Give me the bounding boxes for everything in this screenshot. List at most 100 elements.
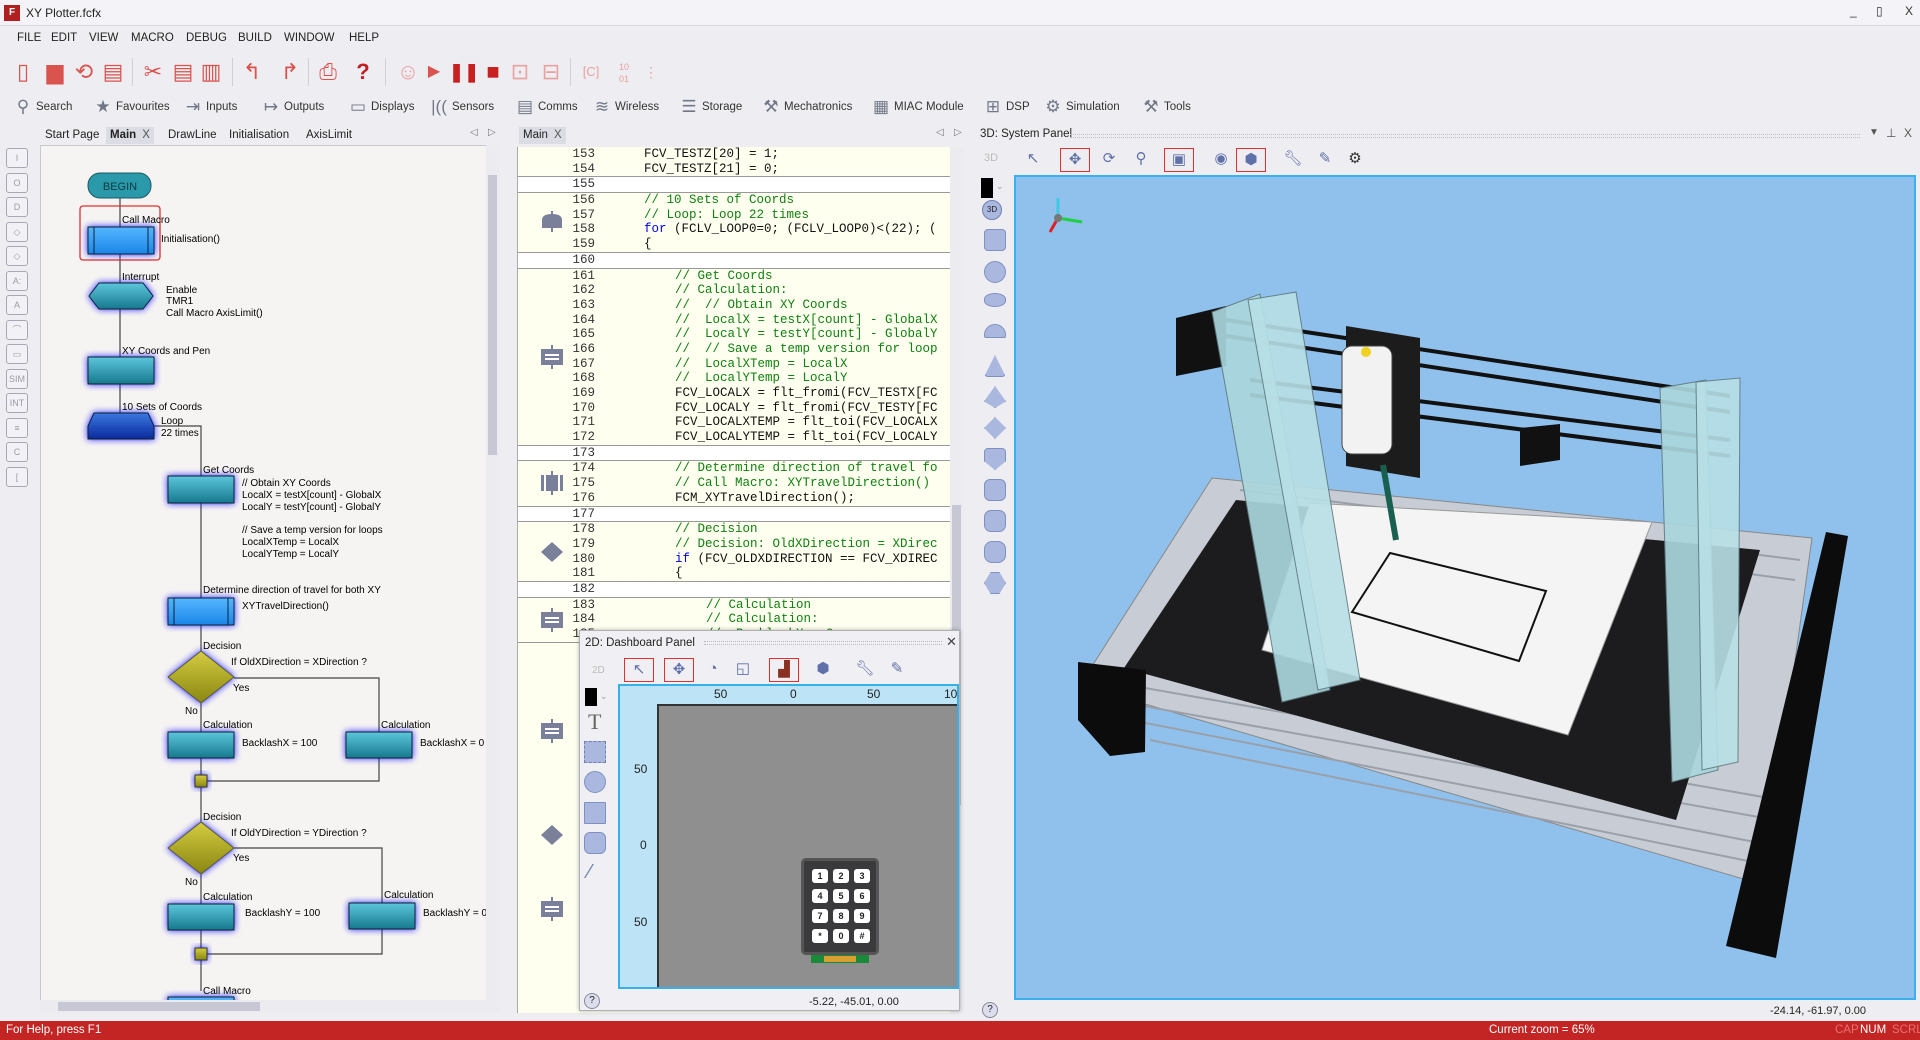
ghost-icon[interactable]: ☺ (395, 58, 421, 86)
calc-block-icon[interactable] (540, 607, 564, 632)
close-window-button[interactable]: X (1905, 4, 1913, 18)
inputs-button[interactable]: ⇥ Inputs (184, 96, 237, 118)
code-line[interactable]: 179 // Decision: OldXDirection = XDirec (518, 537, 950, 552)
line-tool-icon[interactable]: ⁄ (588, 861, 591, 884)
pointer-icon[interactable]: ↖ (624, 658, 654, 682)
menu-debug[interactable]: DEBUG (186, 32, 227, 44)
call-macro-xytraveldirection[interactable]: Determine direction of travel for both X… (167, 585, 381, 626)
code-line[interactable]: 160 (518, 253, 950, 268)
flowchart-tool-icon[interactable]: [ (6, 466, 28, 487)
cone-icon[interactable] (984, 355, 1006, 377)
code-line[interactable]: 153 FCV_TESTZ[20] = 1; (518, 147, 950, 162)
octahedron-icon[interactable] (984, 417, 1006, 439)
pan-icon[interactable]: ✥ (664, 658, 694, 682)
code-line[interactable]: 178 // Decision (518, 522, 950, 537)
pin-icon[interactable]: ⊥ (1886, 126, 1896, 140)
code-line[interactable]: 171 FCV_LOCALXTEMP = flt_toi(FCV_LOCALX (518, 415, 950, 430)
prism-icon[interactable] (984, 448, 1006, 470)
text-tool-icon[interactable]: T (588, 709, 601, 735)
keypad-key[interactable]: * (812, 929, 828, 943)
code-line[interactable]: 184 // Calculation: (518, 612, 950, 627)
junction-node[interactable] (194, 774, 208, 788)
decision-y-direction[interactable]: Decision If OldYDirection = YDirection ?… (167, 812, 367, 888)
tab-axislimit[interactable]: AxisLimit (302, 127, 356, 144)
reload-icon[interactable]: ⟲ (71, 58, 97, 86)
calculation-backlashx-0[interactable]: Calculation BacklashX = 0 (345, 720, 485, 759)
code-line[interactable]: 180 if (FCV_OLDXDIRECTION == FCV_XDIREC (518, 552, 950, 567)
interrupt-icon[interactable]: Interrupt Enable TMR1 Call Macro AxisLim… (88, 272, 263, 319)
search-button[interactable]: ⚲ Search (14, 96, 73, 118)
code-line[interactable]: 173 (518, 446, 950, 461)
camera-settings-icon[interactable]: ⚙ (1340, 148, 1370, 172)
tab-main[interactable]: Main X (106, 127, 154, 144)
decision-block-icon[interactable] (540, 540, 564, 564)
keypad-key[interactable]: 1 (812, 869, 828, 883)
keypad-key[interactable]: 8 (833, 909, 849, 923)
tab-scroll-left-icon[interactable]: ◁ (936, 127, 944, 138)
open-icon[interactable]: ▆ (42, 58, 68, 86)
calculation-xy-coords[interactable]: XY Coords and Pen (87, 346, 210, 385)
flowchart-tool-icon[interactable]: ▭ (6, 344, 28, 364)
keypad-key[interactable]: 7 (812, 909, 828, 923)
code-line[interactable]: 182 (518, 582, 950, 597)
code-line[interactable]: 166 // // Save a temp version for loop (518, 342, 950, 357)
color-swatch[interactable] (585, 688, 597, 706)
code-line[interactable]: 154 FCV_TESTZ[21] = 0; (518, 162, 950, 177)
begin-terminator[interactable]: BEGIN (87, 172, 152, 199)
comms-button[interactable]: ▤ Comms (516, 96, 578, 118)
calculation-backlashy-100[interactable]: Calculation BacklashY = 100 (167, 892, 321, 931)
scrollbar-thumb[interactable] (488, 175, 497, 455)
keypad-key[interactable]: 2 (833, 869, 849, 883)
solid-icon[interactable]: ⬢ (808, 658, 838, 682)
close-tab-icon[interactable]: X (554, 129, 562, 141)
flowchart-tool-icon[interactable]: D (6, 197, 28, 217)
code-line[interactable]: 162 // Calculation: (518, 283, 950, 298)
layer-icon[interactable]: ▟ (769, 658, 799, 682)
cylinder-icon[interactable] (984, 479, 1006, 501)
tab-initialisation[interactable]: Initialisation (225, 127, 293, 144)
stop-icon[interactable]: ■ (480, 58, 506, 86)
scrollbar-thumb[interactable] (58, 1002, 260, 1011)
code-line[interactable]: 177 (518, 507, 950, 522)
storage-button[interactable]: ☰ Storage (680, 96, 742, 118)
rectangle-tool-icon[interactable] (584, 802, 606, 824)
flowchart-canvas[interactable]: BEGIN Call Macro Initialisation() Interr… (40, 145, 500, 1013)
pyramid-icon[interactable] (984, 386, 1006, 408)
tab-scroll-right-icon[interactable]: ▷ (954, 127, 962, 138)
flowchart-tool-icon[interactable]: O (6, 172, 28, 193)
close-panel-icon[interactable]: ✕ (946, 634, 957, 650)
close-panel-icon[interactable]: X (1904, 126, 1912, 140)
menu-macro[interactable]: MACRO (131, 32, 174, 44)
paint-icon[interactable]: ✎ (882, 658, 912, 682)
textbox-tool-icon[interactable] (584, 741, 606, 763)
flowchart-tool-icon[interactable]: ⌒ (6, 319, 28, 340)
toolbar-overflow[interactable]: ⋮ (638, 58, 664, 86)
calculation-backlashy-0[interactable]: Calculation BacklashY = 0 (348, 890, 487, 930)
outputs-button[interactable]: ↦ Outputs (262, 96, 324, 118)
step-into-icon[interactable]: ⊡ (507, 58, 533, 86)
menu-window[interactable]: WINDOW (284, 32, 334, 44)
flowchart-tool-icon[interactable]: ◇ (6, 221, 28, 242)
paste-icon[interactable]: ▥ (198, 58, 224, 86)
code-line[interactable]: 161 // Get Coords (518, 269, 950, 284)
flowchart-tool-icon[interactable]: ≡ (6, 417, 28, 438)
help-icon[interactable]: ? (584, 993, 600, 1009)
tab-drawline[interactable]: DrawLine (164, 127, 221, 144)
code-line[interactable]: 156 // 10 Sets of Coords (518, 193, 950, 208)
code-line[interactable]: 163 // // Obtain XY Coords (518, 298, 950, 313)
view-3d-button[interactable]: 3D (982, 200, 1002, 220)
keypad-key[interactable]: 6 (854, 889, 870, 903)
code-line[interactable]: 169 FCV_LOCALX = flt_fromi(FCV_TESTX[FC (518, 386, 950, 401)
play-icon[interactable]: ▶ (421, 58, 447, 86)
code-line[interactable]: 175 // Call Macro: XYTravelDirection() (518, 476, 950, 491)
drag-grip[interactable] (1070, 134, 1860, 138)
keypad-key[interactable]: 0 (833, 929, 849, 943)
help-icon[interactable]: ? (350, 58, 376, 86)
code-line[interactable]: 172 FCV_LOCALYTEMP = flt_toi(FCV_LOCALY (518, 430, 950, 445)
solid-icon[interactable]: ⬢ (1236, 148, 1266, 172)
calc-block-icon[interactable] (540, 897, 564, 921)
macro-block-icon[interactable] (540, 471, 564, 496)
code-line[interactable]: 167 // LocalXTemp = LocalX (518, 357, 950, 372)
sphere-icon[interactable] (984, 261, 1006, 283)
disc-icon[interactable] (984, 541, 1006, 563)
